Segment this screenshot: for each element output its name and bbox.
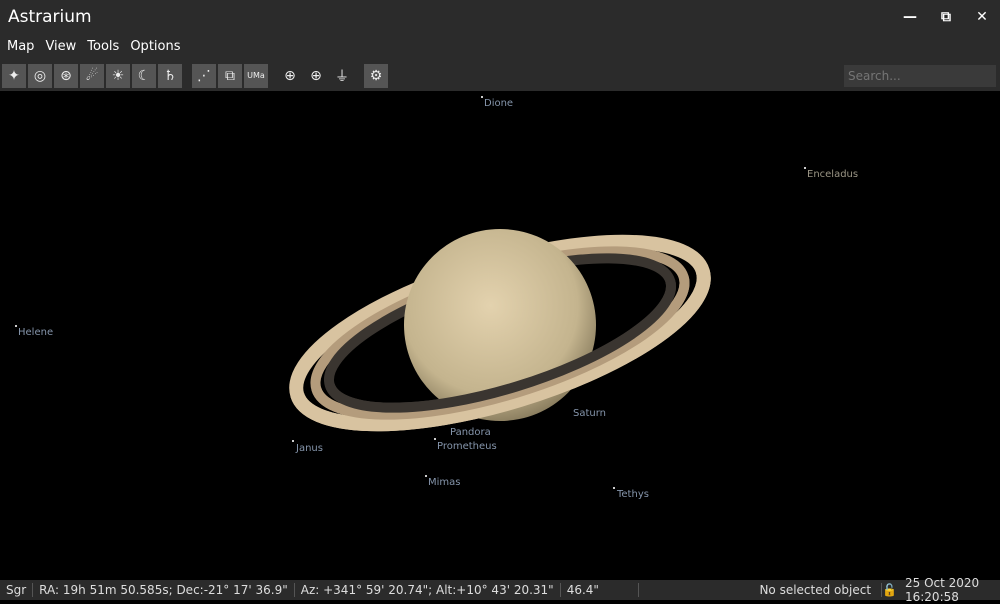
label-enceladus[interactable]: Enceladus [807, 169, 858, 180]
moon-icon[interactable]: ☾ [132, 63, 156, 88]
stars-icon[interactable]: ✦ [2, 63, 26, 88]
label-tethys[interactable]: Tethys [617, 489, 649, 500]
sky-map[interactable]: Dione Enceladus Helene Saturn Pandora Pr… [0, 91, 1000, 580]
menu-view[interactable]: View [45, 39, 76, 54]
menu-tools[interactable]: Tools [87, 39, 119, 54]
galaxy-icon[interactable]: ◎ [28, 63, 52, 88]
horizontal-grid-icon[interactable]: ⊕ [304, 63, 328, 88]
radec-readout: RA: 19h 51m 50.585s; Dec:-21° 17' 36.9" [33, 583, 295, 597]
constellation-borders-icon[interactable]: ⧉ [218, 63, 242, 88]
label-saturn[interactable]: Saturn [573, 408, 606, 419]
label-pandora[interactable]: Pandora [450, 427, 491, 438]
constellation-readout: Sgr [0, 583, 34, 597]
selection-readout: No selected object [639, 583, 883, 597]
label-mimas[interactable]: Mimas [428, 477, 461, 488]
search-input[interactable] [844, 65, 996, 87]
window-title: Astrarium [8, 6, 92, 27]
menu-map[interactable]: Map [7, 39, 34, 54]
equatorial-grid-icon[interactable]: ⊕ [278, 63, 302, 88]
label-janus[interactable]: Janus [296, 443, 323, 454]
fov-readout: 46.4" [561, 583, 640, 597]
saturn-image [289, 229, 711, 432]
star-cluster-icon[interactable]: ⊛ [54, 63, 78, 88]
sun-icon[interactable]: ☀ [106, 63, 130, 88]
comet-icon[interactable]: ☄ [80, 63, 104, 88]
close-button[interactable]: ✕ [964, 9, 1000, 25]
label-prometheus[interactable]: Prometheus [437, 441, 497, 452]
title-bar: Astrarium — ⧉ ✕ [0, 0, 1000, 33]
constellation-labels-icon[interactable]: UMa [244, 63, 268, 88]
label-dione[interactable]: Dione [484, 98, 513, 109]
azalt-readout: Az: +341° 59' 20.74"; Alt:+10° 43' 20.31… [295, 583, 561, 597]
minimize-button[interactable]: — [892, 9, 928, 25]
constellation-lines-icon[interactable]: ⋰ [192, 63, 216, 88]
lock-icon[interactable]: 🔓 [882, 583, 905, 597]
planet-icon[interactable]: ♄ [158, 63, 182, 88]
status-bar: Sgr RA: 19h 51m 50.585s; Dec:-21° 17' 36… [0, 576, 1000, 604]
ground-icon[interactable]: ⏚ [330, 63, 354, 88]
menu-options[interactable]: Options [130, 39, 180, 54]
label-helene[interactable]: Helene [18, 327, 53, 338]
menu-bar: Map View Tools Options [0, 33, 1000, 60]
settings-icon[interactable]: ⚙ [364, 63, 388, 88]
restore-button[interactable]: ⧉ [928, 9, 964, 25]
